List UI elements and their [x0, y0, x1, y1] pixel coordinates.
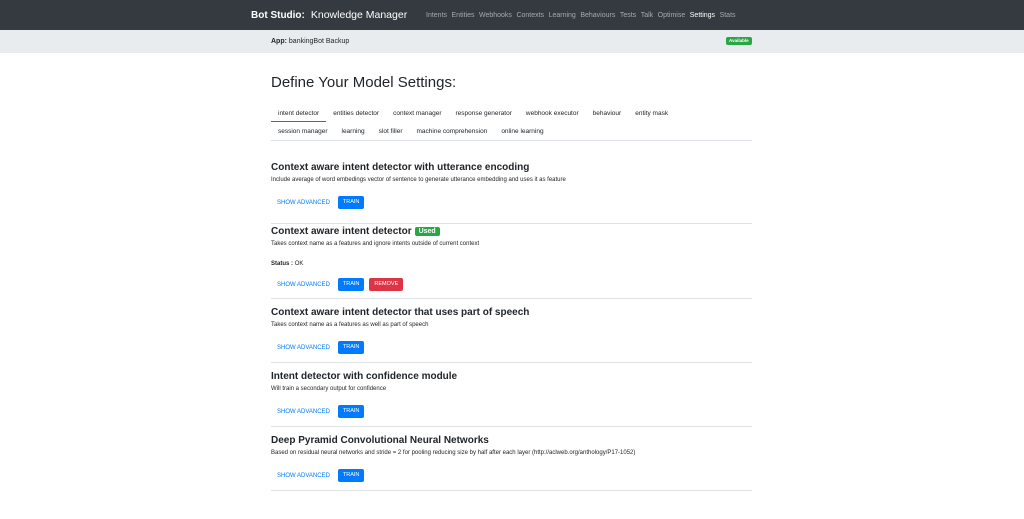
used-badge: Used: [414, 227, 440, 236]
app-bar: App: bankingBot Backup Available: [0, 30, 1024, 53]
section-title-text: Context aware intent detector: [271, 226, 412, 237]
model-section-part-of-speech: Context aware intent detector that uses …: [271, 307, 752, 363]
section-description: Based on residual neural networks and st…: [271, 450, 636, 456]
nav-link-contexts[interactable]: Contexts: [516, 12, 544, 19]
remove-button[interactable]: REMOVE: [369, 278, 404, 291]
status-label: Status :: [271, 261, 294, 267]
brand[interactable]: Bot Studio: Knowledge Manager: [251, 0, 407, 30]
nav-link-intents[interactable]: Intents: [426, 12, 447, 19]
tab-entity-mask[interactable]: entity mask: [628, 105, 675, 122]
nav-links: Intents Entities Webhooks Contexts Learn…: [426, 0, 740, 30]
show-advanced-button[interactable]: SHOW ADVANCED: [271, 473, 336, 479]
tab-behaviour[interactable]: behaviour: [586, 105, 629, 122]
nav-link-talk[interactable]: Talk: [641, 12, 653, 19]
status-value: OK: [294, 261, 304, 267]
top-navbar: Bot Studio: Knowledge Manager Intents Ent…: [0, 0, 1024, 30]
tab-learning[interactable]: learning: [335, 123, 372, 140]
train-button[interactable]: TRAIN: [337, 196, 365, 209]
show-advanced-button[interactable]: SHOW ADVANCED: [271, 200, 336, 206]
nav-link-optimise[interactable]: Optimise: [658, 12, 686, 19]
section-description: Takes context name as a features and ign…: [271, 241, 480, 247]
nav-link-tests[interactable]: Tests: [620, 12, 636, 19]
section-actions: SHOW ADVANCED TRAIN: [271, 469, 369, 482]
train-button[interactable]: TRAIN: [337, 341, 365, 354]
section-title: Context aware intent detector that uses …: [271, 307, 530, 318]
section-description: Will train a secondary output for confid…: [271, 386, 387, 392]
section-actions: SHOW ADVANCED TRAIN: [271, 405, 369, 418]
tab-online-learning[interactable]: online learning: [494, 123, 550, 140]
nav-link-behaviours[interactable]: Behaviours: [580, 12, 615, 19]
model-section-context-aware: Context aware intent detector Used Takes …: [271, 226, 752, 299]
tab-context-manager[interactable]: context manager: [386, 105, 448, 122]
section-title: Intent detector with confidence module: [271, 371, 458, 382]
section-title: Context aware intent detector Used: [271, 226, 752, 237]
brand-name: Bot Studio:: [251, 10, 305, 21]
app-info: App: bankingBot Backup: [271, 30, 349, 53]
section-actions: SHOW ADVANCED TRAIN: [271, 341, 369, 354]
page-title: Define Your Model Settings:: [271, 74, 457, 91]
train-button[interactable]: TRAIN: [337, 469, 365, 482]
nav-link-entities[interactable]: Entities: [452, 12, 475, 19]
show-advanced-button[interactable]: SHOW ADVANCED: [271, 409, 336, 415]
nav-link-learning[interactable]: Learning: [549, 12, 576, 19]
section-actions: SHOW ADVANCED TRAIN: [271, 196, 369, 209]
brand-subtitle: Knowledge Manager: [310, 9, 408, 21]
tab-entities-detector[interactable]: entities detector: [326, 105, 386, 122]
status-badge: Available: [726, 37, 752, 45]
nav-link-stats[interactable]: Stats: [720, 12, 736, 19]
section-title: Context aware intent detector with utter…: [271, 162, 530, 173]
tab-machine-comprehension[interactable]: machine comprehension: [409, 123, 494, 140]
tab-intent-detector[interactable]: intent detector: [271, 105, 327, 122]
tab-webhook-executor[interactable]: webhook executor: [519, 105, 586, 122]
show-advanced-button[interactable]: SHOW ADVANCED: [271, 345, 336, 351]
section-title: Deep Pyramid Convolutional Neural Networ…: [271, 435, 489, 446]
train-button[interactable]: TRAIN: [337, 405, 365, 418]
nav-link-webhooks[interactable]: Webhooks: [479, 12, 512, 19]
tab-session-manager[interactable]: session manager: [271, 123, 335, 140]
model-section-confidence-module: Intent detector with confidence module W…: [271, 371, 752, 427]
section-description: Takes context name as a features as well…: [271, 322, 429, 328]
model-section-utterance-encoding: Context aware intent detector with utter…: [271, 162, 752, 224]
app-label: App:: [271, 38, 287, 45]
model-section-deep-pyramid-cnn: Deep Pyramid Convolutional Neural Networ…: [271, 435, 752, 491]
section-description: Include average of word embedings vector…: [271, 177, 566, 183]
settings-tabs-row-2: session manager learning slot filler mac…: [271, 123, 752, 141]
app-name: bankingBot Backup: [288, 38, 350, 45]
train-button[interactable]: TRAIN: [337, 278, 365, 291]
show-advanced-button[interactable]: SHOW ADVANCED: [271, 282, 336, 288]
tab-response-generator[interactable]: response generator: [449, 105, 519, 122]
settings-tabs-row-1: intent detector entities detector contex…: [271, 105, 752, 123]
nav-link-settings[interactable]: Settings: [690, 12, 715, 19]
status-line: Status : OK: [271, 261, 303, 267]
section-actions: SHOW ADVANCED TRAIN REMOVE: [271, 278, 408, 291]
tab-slot-filler[interactable]: slot filler: [372, 123, 410, 140]
